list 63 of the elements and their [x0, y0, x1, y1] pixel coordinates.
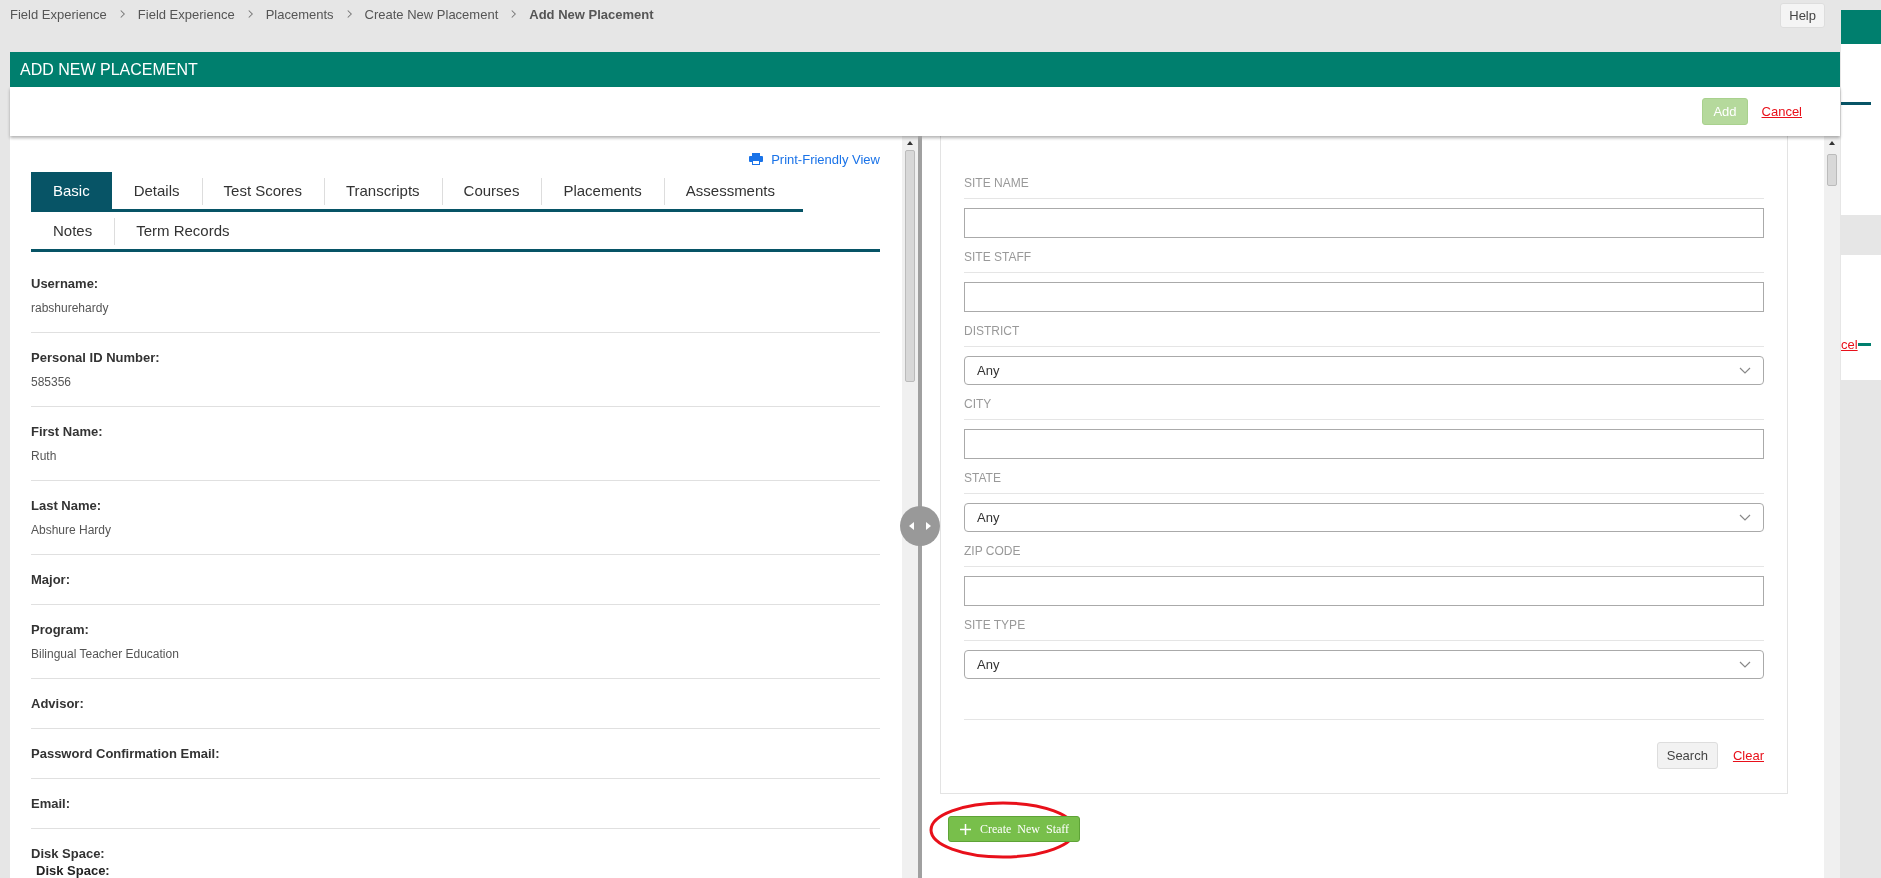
tab[interactable]: Basic [31, 172, 112, 209]
chevron-icon [118, 9, 126, 19]
tab[interactable]: Transcripts [323, 172, 442, 209]
chevron-down-icon [1739, 366, 1751, 375]
input-field[interactable] [964, 429, 1764, 459]
breadcrumb-link[interactable]: Field Experience [137, 6, 235, 22]
chevron-down-icon [1739, 660, 1751, 669]
input-field[interactable] [964, 282, 1764, 312]
field-value: Ruth [31, 449, 58, 463]
field-label: CITY [964, 385, 1764, 420]
tab[interactable]: Test Scores [201, 172, 324, 209]
chevron-icon [345, 9, 353, 19]
help-button[interactable]: Help [1780, 3, 1825, 28]
print-link[interactable]: Print-Friendly View [771, 151, 880, 167]
field-label: Disk Space: [31, 846, 106, 861]
field-label: SITE NAME [964, 164, 1764, 199]
plus-icon [959, 822, 972, 836]
cancel-link[interactable]: cel [1841, 337, 1858, 352]
field-value: 585356 [31, 375, 73, 389]
field-label: SITE STAFF [964, 238, 1764, 273]
panel-header [1841, 10, 1881, 44]
tab[interactable]: Details [111, 172, 202, 209]
input-field[interactable] [964, 576, 1764, 606]
chevron-icon [246, 9, 254, 19]
dropdown[interactable]: Any [964, 503, 1764, 532]
field-label: Program: [31, 622, 90, 637]
scrollbar-thumb[interactable] [905, 150, 915, 382]
printer-icon [749, 153, 764, 165]
field-label: Last Name: [31, 498, 103, 513]
input-field[interactable] [964, 208, 1764, 238]
field-label: Username: [31, 276, 100, 291]
breadcrumb-current: Add New Placement [529, 6, 654, 22]
field-label: DISTRICT [964, 312, 1764, 347]
field-value: rabshurehardy [31, 301, 110, 315]
breadcrumb-link[interactable]: Field Experience [10, 6, 107, 22]
field-label: Password Confirmation Email: [31, 746, 221, 761]
field-label: Advisor: [31, 696, 85, 711]
field-label: SITE TYPE [964, 606, 1764, 641]
clear-link[interactable]: Clear [1732, 748, 1764, 763]
chevron-icon [510, 9, 518, 19]
dropdown[interactable]: Any [964, 356, 1764, 385]
field-label: Email: [31, 796, 71, 811]
tab[interactable]: Notes [31, 212, 115, 249]
field-label: STATE [964, 459, 1764, 494]
field-label: Personal ID Number: [31, 350, 161, 365]
field-label: ZIP CODE [964, 532, 1764, 567]
resize-handle[interactable] [900, 506, 940, 546]
field-label: First Name: [31, 424, 104, 439]
tab[interactable]: Assessments [663, 172, 797, 209]
dropdown[interactable]: Any [964, 650, 1764, 679]
breadcrumb-link[interactable]: Placements [265, 6, 334, 22]
scrollbar-thumb[interactable] [1827, 154, 1837, 186]
tab[interactable]: Courses [441, 172, 542, 209]
modal-title: ADD NEW PLACEMENT [20, 60, 198, 79]
field-value: Abshure Hardy [31, 523, 113, 537]
search-button[interactable]: Search [1656, 742, 1718, 769]
tab[interactable]: Placements [541, 172, 664, 209]
tab[interactable]: Term Records [114, 212, 252, 249]
field-label: Major: [31, 572, 71, 587]
breadcrumb-link[interactable]: Create New Placement [364, 6, 499, 22]
field-value: Bilingual Teacher Education [31, 647, 180, 661]
cancel-link[interactable]: Cancel [1761, 104, 1802, 119]
chevron-down-icon [1739, 513, 1751, 522]
